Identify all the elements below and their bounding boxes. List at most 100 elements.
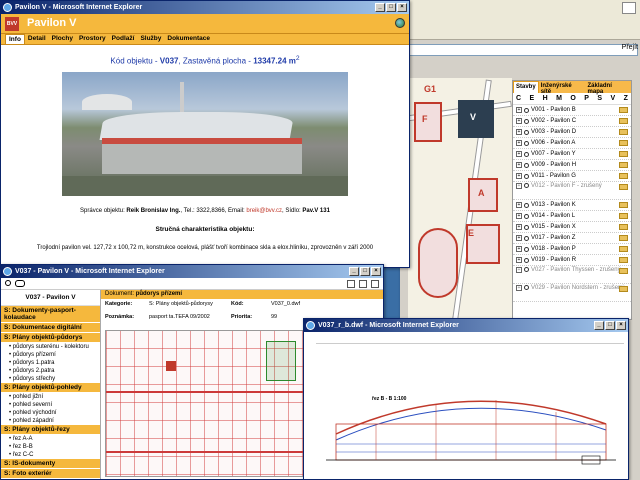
building-list-item[interactable]: + V027 - Pavilon Thyssen - zrušený <box>513 266 631 284</box>
expand-icon[interactable]: + <box>516 213 522 219</box>
folder-icon[interactable] <box>619 162 628 168</box>
go-button[interactable]: Přejít <box>622 44 638 51</box>
building-list-item[interactable]: + V015 - Pavilon X <box>513 222 631 233</box>
doc-link-label[interactable]: řez A-A <box>13 436 33 442</box>
magnifier-icon[interactable] <box>524 267 529 272</box>
magnifier-icon[interactable] <box>524 246 529 252</box>
building-list-item[interactable]: + V029 - Pavilon Nordstern - zrušený <box>513 284 631 302</box>
building-list-item[interactable]: + V007 - Pavilon Y <box>513 149 631 160</box>
section-drawing-canvas[interactable]: řez B - B 1:100 <box>316 343 624 475</box>
letter-filter-item[interactable]: O <box>570 95 575 102</box>
letter-filter-item[interactable]: S <box>597 95 602 102</box>
doc-link-label[interactable]: řez C-C <box>13 452 34 458</box>
letter-filter-item[interactable]: P <box>584 95 589 102</box>
zoom-icon[interactable] <box>347 280 355 288</box>
tab-zakladni-mapa[interactable]: Základní mapa <box>586 81 631 95</box>
building-list-item[interactable]: + V001 - Pavilon B <box>513 105 631 116</box>
expand-icon[interactable]: + <box>516 129 522 135</box>
expand-icon[interactable]: + <box>516 257 522 263</box>
doc-section-header[interactable]: S: Plány objektů-řezy <box>1 425 100 435</box>
nav-info[interactable]: Info <box>5 34 25 44</box>
magnifier-icon[interactable] <box>524 183 529 188</box>
expand-icon[interactable]: + <box>516 107 522 113</box>
nav-podlazi[interactable]: Podlaží <box>109 34 138 44</box>
doc-link-label[interactable]: pohled severní <box>13 402 52 408</box>
expand-icon[interactable]: + <box>516 267 522 273</box>
tab-inzenyrske-site[interactable]: Inženýrské sítě <box>539 81 586 95</box>
expand-icon[interactable]: + <box>516 246 522 252</box>
building-list-item[interactable]: + V013 - Pavilon K <box>513 200 631 211</box>
doc-link[interactable]: • půdorys 1.patra <box>1 359 100 367</box>
magnifier-icon[interactable] <box>524 129 529 135</box>
folder-icon[interactable] <box>619 224 628 230</box>
magnifier-icon[interactable] <box>524 257 529 263</box>
maximize-button[interactable]: □ <box>605 321 615 330</box>
letter-filter-item[interactable]: E <box>530 95 535 102</box>
doc-link-label[interactable]: pohled západní <box>13 418 54 424</box>
email-link[interactable]: breik@bvv.cz <box>246 208 282 214</box>
close-button[interactable]: × <box>616 321 626 330</box>
building-list-item[interactable]: + V018 - Pavilon P <box>513 244 631 255</box>
doc-link-label[interactable]: řez B-B <box>13 444 33 450</box>
expand-icon[interactable]: + <box>516 224 522 230</box>
doc-link[interactable]: • půdorys přízemí <box>1 351 100 359</box>
folder-icon[interactable] <box>619 235 628 241</box>
expand-icon[interactable]: + <box>516 183 522 189</box>
letter-filter-item[interactable]: H <box>543 95 548 102</box>
doc-link[interactable]: • půdorys suterénu - kolektoru <box>1 343 100 351</box>
magnifier-icon[interactable] <box>524 118 529 124</box>
doc-link[interactable]: • řez C-C <box>1 451 100 459</box>
expand-icon[interactable]: + <box>516 173 522 179</box>
doc-section-header[interactable]: S: Foto exteriér <box>1 469 100 479</box>
map-building[interactable] <box>414 102 442 142</box>
expand-icon[interactable]: + <box>516 140 522 146</box>
magnifier-icon[interactable] <box>524 173 529 179</box>
doc-link-label[interactable]: půdorys 2.patra <box>13 368 55 374</box>
building-list-item[interactable]: + V002 - Pavilon C <box>513 116 631 127</box>
expand-icon[interactable]: + <box>516 202 522 208</box>
magnifier-icon[interactable] <box>524 235 529 241</box>
doc-section-header[interactable]: S: Plány objektů-půdorys <box>1 333 100 343</box>
doc-section-header[interactable]: S: Plány objektů-pohledy <box>1 383 100 393</box>
binoculars-icon[interactable] <box>15 280 25 287</box>
magnifier-icon[interactable] <box>524 151 529 157</box>
folder-icon[interactable] <box>619 286 628 292</box>
address-bar[interactable] <box>402 44 638 56</box>
doc-link[interactable]: • pohled západní <box>1 417 100 425</box>
tab-stavby[interactable]: Stavby <box>513 81 539 93</box>
doc-link[interactable]: • pohled východní <box>1 409 100 417</box>
doc-link[interactable]: • řez B-B <box>1 443 100 451</box>
building-list-item[interactable]: + V012 - Pavilon F - zrušený <box>513 182 631 200</box>
letter-filter-item[interactable]: M <box>556 95 562 102</box>
minimize-button[interactable]: _ <box>375 3 385 12</box>
magnifier-icon[interactable] <box>524 140 529 146</box>
doc-section-header[interactable]: S: Dokumentace digitální <box>1 323 100 333</box>
help-icon[interactable] <box>371 280 379 288</box>
doc-link[interactable]: • půdorys 2.patra <box>1 367 100 375</box>
expand-icon[interactable]: + <box>516 285 522 291</box>
maximize-button[interactable]: □ <box>386 3 396 12</box>
map-building[interactable] <box>418 228 458 298</box>
folder-icon[interactable] <box>619 140 628 146</box>
folder-icon[interactable] <box>619 268 628 274</box>
building-list-item[interactable]: + V011 - Pavilon G <box>513 171 631 182</box>
doc-link-label[interactable]: půdorys 1.patra <box>13 360 55 366</box>
building-list-item[interactable]: + V014 - Pavilon L <box>513 211 631 222</box>
doc-link[interactable]: • pohled jižní <box>1 393 100 401</box>
letter-filter-item[interactable]: Z <box>624 95 628 102</box>
doc-link-label[interactable]: půdorys přízemí <box>13 352 56 358</box>
globe-icon[interactable] <box>395 18 405 28</box>
minimize-button[interactable]: _ <box>349 267 359 276</box>
doc-link[interactable]: • řez A-A <box>1 435 100 443</box>
folder-icon[interactable] <box>619 246 628 252</box>
magnifier-icon[interactable] <box>524 224 529 230</box>
doc-link[interactable]: • půdorys střechy <box>1 375 100 383</box>
doc-link-label[interactable]: půdorys suterénu - kolektoru <box>13 344 89 350</box>
building-list-item[interactable]: + V003 - Pavilon D <box>513 127 631 138</box>
doc-link[interactable]: • pohled severní <box>1 401 100 409</box>
print-icon[interactable] <box>359 280 367 288</box>
folder-icon[interactable] <box>619 107 628 113</box>
folder-icon[interactable] <box>619 213 628 219</box>
folder-icon[interactable] <box>619 257 628 263</box>
folder-icon[interactable] <box>619 151 628 157</box>
